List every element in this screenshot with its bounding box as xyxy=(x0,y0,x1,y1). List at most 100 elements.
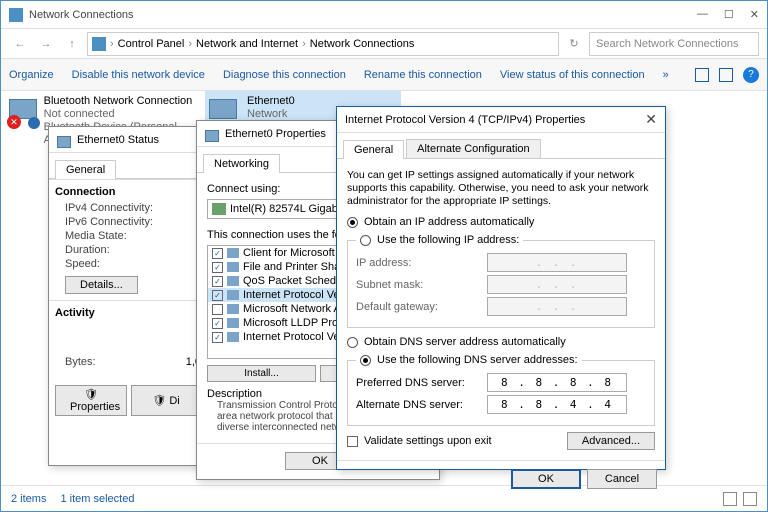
nic-icon xyxy=(212,203,226,215)
network-adapter-icon xyxy=(57,136,71,148)
bluetooth-icon xyxy=(28,117,40,129)
bytes-label: Bytes: xyxy=(65,356,96,368)
install-button[interactable]: Install... xyxy=(207,365,316,382)
chevron-right-icon: › xyxy=(188,38,192,50)
checkbox[interactable]: ✓ xyxy=(212,290,223,301)
close-button[interactable]: ✕ xyxy=(750,8,759,21)
breadcrumb[interactable]: › Control Panel › Network and Internet ›… xyxy=(87,32,559,56)
gateway-label: Default gateway: xyxy=(356,301,481,313)
dns-auto-radio[interactable] xyxy=(347,337,358,348)
activity-heading: Activity xyxy=(55,307,201,319)
validate-checkbox[interactable] xyxy=(347,436,358,447)
connection-status: Not connected xyxy=(44,108,197,121)
toolbar: Organize Disable this network device Dia… xyxy=(1,59,767,91)
ipv4-properties-dialog: Internet Protocol Version 4 (TCP/IPv4) P… xyxy=(336,106,666,470)
checkbox[interactable]: ✓ xyxy=(212,276,223,287)
alternate-dns-label: Alternate DNS server: xyxy=(356,399,481,411)
preferred-dns-label: Preferred DNS server: xyxy=(356,377,481,389)
subnet-field: . . . xyxy=(487,275,627,294)
ip-address-label: IP address: xyxy=(356,257,481,269)
tab-networking[interactable]: Networking xyxy=(203,154,280,173)
ipv6-connectivity-label: IPv6 Connectivity: xyxy=(65,216,201,228)
view-status-action[interactable]: View status of this connection xyxy=(500,69,645,81)
disable-device-action[interactable]: Disable this network device xyxy=(72,69,205,81)
checkbox[interactable]: ✓ xyxy=(212,248,223,259)
breadcrumb-network-internet[interactable]: Network and Internet xyxy=(196,38,298,50)
media-state-label: Media State: xyxy=(65,230,201,242)
ipv4-connectivity-label: IPv4 Connectivity: xyxy=(65,202,201,214)
network-icon xyxy=(9,8,23,22)
diagnose-action[interactable]: Diagnose this connection xyxy=(223,69,346,81)
titlebar: Network Connections — ☐ ✕ xyxy=(1,1,767,29)
up-button[interactable]: ↑ xyxy=(61,33,83,55)
ok-button[interactable]: OK xyxy=(511,469,581,489)
protocol-icon xyxy=(227,318,239,328)
tab-alternate-configuration[interactable]: Alternate Configuration xyxy=(406,139,541,158)
dialog-title: Ethernet0 Status xyxy=(77,134,199,146)
chevron-right-icon: › xyxy=(110,38,114,50)
dns-manual-label: Use the following DNS server addresses: xyxy=(377,354,578,366)
window-title: Network Connections xyxy=(29,9,697,21)
preferred-dns-field[interactable]: 8 . 8 . 8 . 8 xyxy=(487,373,627,392)
maximize-button[interactable]: ☐ xyxy=(724,8,734,21)
validate-label: Validate settings upon exit xyxy=(364,435,492,447)
protocol-icon xyxy=(227,290,239,300)
checkbox[interactable]: ✓ xyxy=(212,332,223,343)
subnet-label: Subnet mask: xyxy=(356,279,481,291)
protocol-icon xyxy=(227,304,239,314)
details-button[interactable]: Details... xyxy=(65,276,138,294)
service-icon xyxy=(227,276,239,286)
back-button[interactable]: ← xyxy=(9,33,31,55)
connection-name: Bluetooth Network Connection xyxy=(44,95,197,108)
tab-general[interactable]: General xyxy=(55,160,116,179)
icons-view-button[interactable] xyxy=(743,492,757,506)
view-options-button[interactable] xyxy=(695,68,709,82)
network-adapter-icon xyxy=(209,99,237,119)
connection-heading: Connection xyxy=(55,186,201,198)
checkbox[interactable]: ✓ xyxy=(212,318,223,329)
info-text: You can get IP settings assigned automat… xyxy=(347,169,655,208)
dialog-title: Internet Protocol Version 4 (TCP/IPv4) P… xyxy=(345,114,645,126)
breadcrumb-control-panel[interactable]: Control Panel xyxy=(118,38,185,50)
network-adapter-icon xyxy=(205,130,219,142)
more-actions[interactable]: » xyxy=(663,69,669,81)
ethernet-status-dialog: Ethernet0 Status General Connection IPv4… xyxy=(48,126,208,466)
ip-manual-radio[interactable] xyxy=(360,235,371,246)
tab-general[interactable]: General xyxy=(343,140,404,159)
item-count: 2 items xyxy=(11,493,46,505)
checkbox[interactable] xyxy=(212,304,223,315)
chevron-right-icon: › xyxy=(302,38,306,50)
ip-manual-label: Use the following IP address: xyxy=(377,234,519,246)
minimize-button[interactable]: — xyxy=(697,8,708,21)
gateway-field: . . . xyxy=(487,297,627,316)
dns-manual-radio[interactable] xyxy=(360,355,371,366)
preview-pane-button[interactable] xyxy=(719,68,733,82)
disconnected-icon: ✕ xyxy=(7,115,21,129)
forward-button[interactable]: → xyxy=(35,33,57,55)
checkbox[interactable]: ✓ xyxy=(212,262,223,273)
help-icon[interactable]: ? xyxy=(743,67,759,83)
service-icon xyxy=(227,262,239,272)
ip-auto-radio[interactable] xyxy=(347,217,358,228)
organize-menu[interactable]: Organize xyxy=(9,69,54,81)
cancel-button[interactable]: Cancel xyxy=(587,469,657,489)
rename-action[interactable]: Rename this connection xyxy=(364,69,482,81)
details-view-button[interactable] xyxy=(723,492,737,506)
ip-auto-label: Obtain an IP address automatically xyxy=(364,216,534,228)
address-bar: ← → ↑ › Control Panel › Network and Inte… xyxy=(1,29,767,59)
breadcrumb-network-connections[interactable]: Network Connections xyxy=(310,38,415,50)
ip-address-field: . . . xyxy=(487,253,627,272)
refresh-button[interactable]: ↻ xyxy=(563,33,585,55)
duration-label: Duration: xyxy=(65,244,201,256)
search-input[interactable]: Search Network Connections xyxy=(589,32,759,56)
close-icon[interactable]: ✕ xyxy=(645,111,657,128)
alternate-dns-field[interactable]: 8 . 8 . 4 . 4 xyxy=(487,395,627,414)
disable-button[interactable]: 🛡 Di xyxy=(131,385,201,416)
speed-label: Speed: xyxy=(65,258,201,270)
protocol-icon xyxy=(227,332,239,342)
dns-auto-label: Obtain DNS server address automatically xyxy=(364,336,566,348)
network-icon xyxy=(92,37,106,51)
properties-button[interactable]: 🛡 Properties xyxy=(55,385,127,416)
advanced-button[interactable]: Advanced... xyxy=(567,432,655,450)
client-icon xyxy=(227,248,239,258)
